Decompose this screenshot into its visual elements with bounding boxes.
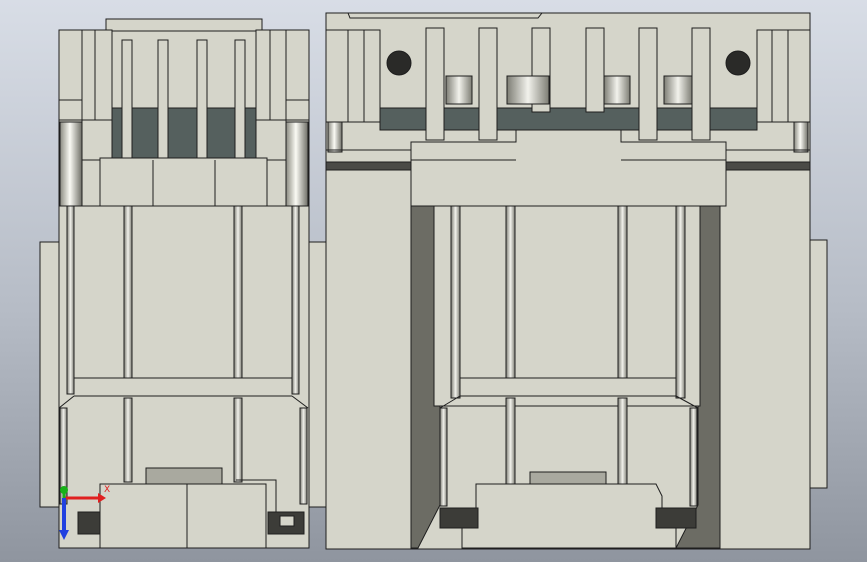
ejector-pin[interactable] [675,205,686,399]
left-base-block[interactable] [99,483,267,549]
cross-pin[interactable] [663,75,693,105]
right-lifter-column[interactable] [255,29,287,161]
right-base-block[interactable] [461,483,677,549]
left-middle-plate[interactable] [99,157,268,207]
cad-graphics-viewport[interactable]: X [0,0,867,562]
ejector-pin[interactable] [689,407,698,507]
mold-assembly-drawing[interactable] [0,0,867,562]
mounting-hole[interactable] [725,50,751,76]
right-front-view[interactable] [325,12,828,550]
right-finger[interactable] [585,27,605,113]
ejector-pin[interactable] [233,397,243,483]
cross-pin[interactable] [506,75,550,105]
ejector-pin[interactable] [617,205,628,379]
ejector-pin[interactable] [505,397,516,485]
coordinate-triad: X [52,484,122,550]
right-finger[interactable] [425,27,445,141]
left-outer-plate[interactable] [39,241,61,508]
x-axis-label: X [104,485,111,495]
ejector-pin[interactable] [439,407,448,507]
left-finger[interactable] [196,39,208,159]
ejector-pin[interactable] [123,397,133,483]
right-outer-plate[interactable] [307,241,327,508]
dark-band-left [325,161,412,171]
y-axis-arrowhead [60,486,68,494]
ejector-pin[interactable] [450,205,461,399]
cavity-floor[interactable] [433,205,701,407]
left-recess [111,107,257,159]
guide-cylinder[interactable] [793,121,809,153]
ejector-pin[interactable] [505,205,516,379]
left-side-view[interactable] [39,18,327,549]
z-axis-arrowhead [59,530,69,540]
right-slot-black [439,507,479,529]
mounting-hole[interactable] [386,50,412,76]
cross-pin[interactable] [603,75,631,105]
left-lower-insert[interactable] [145,467,223,485]
right-ear[interactable] [807,239,828,489]
right-finger[interactable] [638,27,658,141]
left-top-block[interactable] [105,18,263,32]
right-view-lifter-left[interactable] [325,29,381,123]
ejector-pin[interactable] [617,397,628,485]
ejector-pin[interactable] [66,205,75,395]
right-slot-inner [279,515,295,527]
cross-pin[interactable] [445,75,473,105]
guide-cylinder[interactable] [285,121,309,207]
left-lifter-column[interactable] [81,29,113,161]
left-finger[interactable] [121,39,133,159]
right-finger[interactable] [691,27,711,141]
ejector-pin[interactable] [233,205,243,379]
ejector-pin[interactable] [299,407,308,505]
right-view-lifter-right[interactable] [756,29,811,123]
guide-cylinder[interactable] [327,121,343,153]
left-finger[interactable] [157,39,169,159]
right-lower-insert[interactable] [529,471,607,485]
right-finger[interactable] [478,27,498,141]
dark-band-right [725,161,811,171]
right-slot-black [655,507,697,529]
left-finger[interactable] [234,39,246,159]
triad-icon [59,486,106,540]
guide-cylinder[interactable] [59,121,83,207]
ejector-pin[interactable] [123,205,133,379]
ejector-pin[interactable] [291,205,300,395]
